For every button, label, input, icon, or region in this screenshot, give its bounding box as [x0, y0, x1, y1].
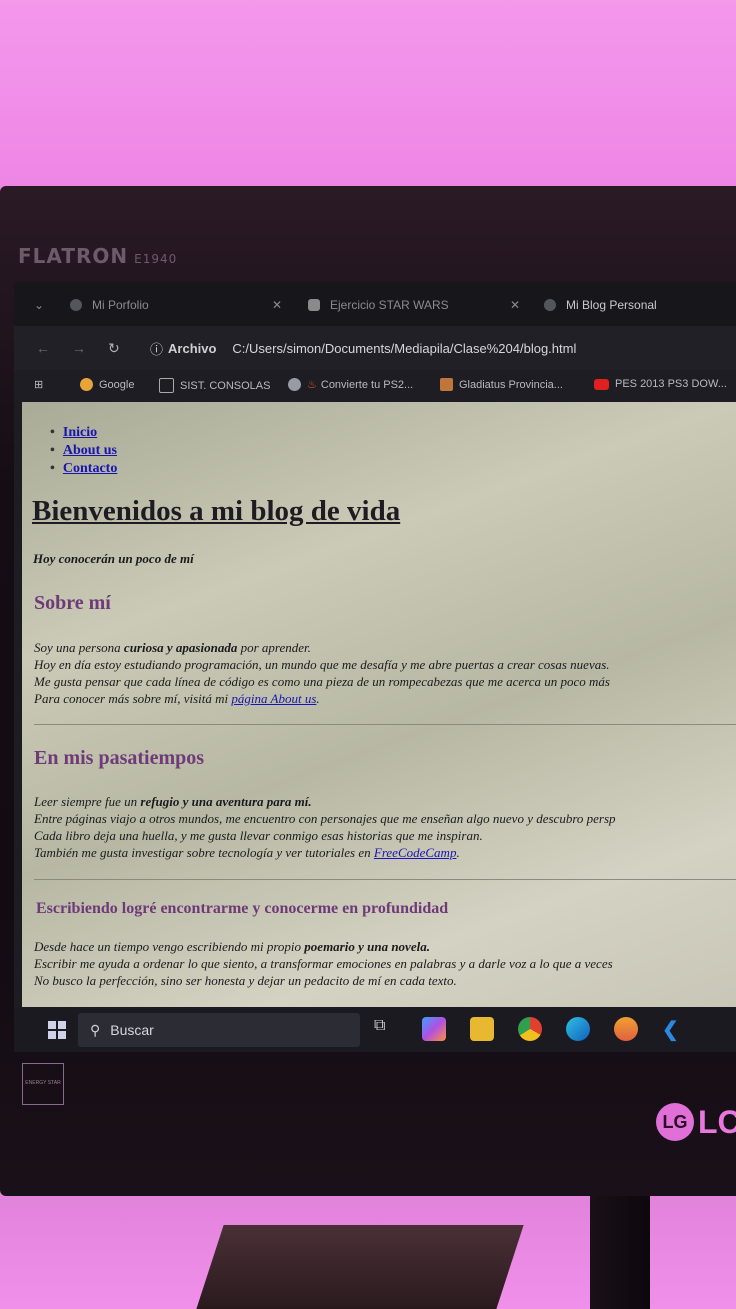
- tab-mi-porfolio[interactable]: Mi Porfolio: [70, 294, 149, 316]
- vscode-icon[interactable]: ❮: [662, 1017, 686, 1041]
- address-bar[interactable]: ⓘ Archivo C:/Users/simon/Documents/Media…: [150, 339, 576, 358]
- tab-label: Mi Blog Personal: [566, 298, 657, 312]
- tab-ejercicio-star-wars[interactable]: Ejercicio STAR WARS: [308, 294, 449, 316]
- app-icon[interactable]: [614, 1017, 638, 1041]
- chrome-icon[interactable]: [518, 1017, 542, 1041]
- energy-star-logo: ENERGY STAR: [22, 1063, 64, 1105]
- section-heading-escribiendo: Escribiendo logré encontrarme y conocerm…: [36, 900, 449, 917]
- desk: [196, 1225, 524, 1309]
- scheme-label: Archivo: [168, 341, 217, 356]
- url-text: C:/Users/simon/Documents/Mediapila/Clase…: [232, 341, 577, 356]
- stormtrooper-icon: [308, 299, 320, 311]
- section-body-escribiendo: Desde hace un tiempo vengo escribiendo m…: [34, 939, 613, 988]
- tab-strip: ⌄ Mi Porfolio ✕ Ejercicio STAR WARS ✕ Mi…: [14, 282, 736, 326]
- section-body-pasatiempos: Leer siempre fue un refugio y una aventu…: [34, 794, 616, 860]
- reload-icon[interactable]: ↻: [108, 340, 120, 357]
- youtube-icon: [594, 378, 609, 390]
- energy-star-label: ENERGY STAR: [25, 1080, 61, 1086]
- bookmark-convierte-ps2[interactable]: ♨ Convierte tu PS2...: [288, 378, 413, 391]
- web-page: Inicio About us Contacto Bienvenidos a m…: [22, 402, 736, 1007]
- file-explorer-icon[interactable]: [470, 1017, 494, 1041]
- bookmark-sist-consolas[interactable]: SIST. CONSOLAS: [159, 378, 270, 393]
- search-icon: ⚲: [90, 1021, 101, 1038]
- fire-icon: ♨: [307, 379, 317, 391]
- edge-icon[interactable]: [566, 1017, 590, 1041]
- nav-link-inicio[interactable]: Inicio: [63, 425, 97, 440]
- tab-label: Mi Porfolio: [92, 298, 149, 312]
- bookmark-gladiatus[interactable]: Gladiatus Provincia...: [440, 378, 563, 391]
- section-heading-pasatiempos: En mis pasatiempos: [34, 747, 205, 769]
- copilot-icon[interactable]: [422, 1017, 446, 1041]
- bookmark-pes-2013[interactable]: PES 2013 PS3 DOW...: [594, 378, 727, 390]
- windows-start-icon[interactable]: [48, 1021, 66, 1039]
- task-view-icon[interactable]: ⧉: [374, 1017, 398, 1041]
- monitor-stand: [590, 1190, 650, 1309]
- search-placeholder: Buscar: [110, 1022, 154, 1038]
- info-icon: ⓘ: [150, 342, 164, 357]
- divider: [34, 724, 736, 725]
- forward-icon[interactable]: →: [72, 340, 86, 356]
- bookmark-google[interactable]: Google: [80, 378, 134, 391]
- model-number: E1940: [134, 252, 178, 266]
- freecodecamp-link[interactable]: FreeCodeCamp: [374, 845, 457, 860]
- apps-grid-icon[interactable]: ⊞: [34, 378, 43, 391]
- about-us-link[interactable]: página About us: [231, 691, 316, 706]
- close-icon[interactable]: ✕: [510, 294, 520, 316]
- globe-icon: [70, 299, 82, 311]
- monitor-screen: ⌄ Mi Porfolio ✕ Ejercicio STAR WARS ✕ Mi…: [14, 282, 736, 1052]
- nav-link-contacto[interactable]: Contacto: [63, 461, 117, 476]
- windows-taskbar: ⚲ Buscar ⧉ ❮: [14, 1007, 736, 1052]
- intro-text: Hoy conocerán un poco de mí: [33, 551, 194, 566]
- nav-link-about[interactable]: About us: [63, 443, 117, 458]
- nav-item-contacto: Contacto: [50, 460, 117, 478]
- lg-wordmark: LC: [698, 1103, 736, 1140]
- nav-item-inicio: Inicio: [50, 424, 117, 442]
- tab-label: Ejercicio STAR WARS: [330, 298, 449, 312]
- taskbar-search[interactable]: ⚲ Buscar: [78, 1013, 360, 1047]
- tab-list-chevron-icon[interactable]: ⌄: [34, 294, 44, 316]
- globe-icon: [544, 299, 556, 311]
- folder-icon: [159, 378, 174, 393]
- section-heading-sobre-mi: Sobre mí: [34, 592, 111, 614]
- tab-mi-blog-personal[interactable]: Mi Blog Personal: [544, 294, 657, 316]
- brand-name: FLATRON: [18, 244, 129, 268]
- globe-icon: [288, 378, 301, 391]
- section-body-sobre-mi: Soy una persona curiosa y apasionada por…: [34, 640, 610, 706]
- nav-list: Inicio About us Contacto: [50, 424, 117, 478]
- lg-circle-icon: LG: [656, 1103, 694, 1141]
- divider: [34, 879, 736, 880]
- google-icon: [80, 378, 93, 391]
- back-icon[interactable]: ←: [36, 340, 50, 356]
- gladiatus-icon: [440, 378, 453, 391]
- close-icon[interactable]: ✕: [272, 294, 282, 316]
- page-title: Bienvenidos a mi blog de vida: [32, 495, 401, 527]
- lg-logo: LG LC: [656, 1102, 736, 1142]
- nav-item-about: About us: [50, 442, 117, 460]
- monitor-brand: FLATRON E1940: [18, 244, 177, 268]
